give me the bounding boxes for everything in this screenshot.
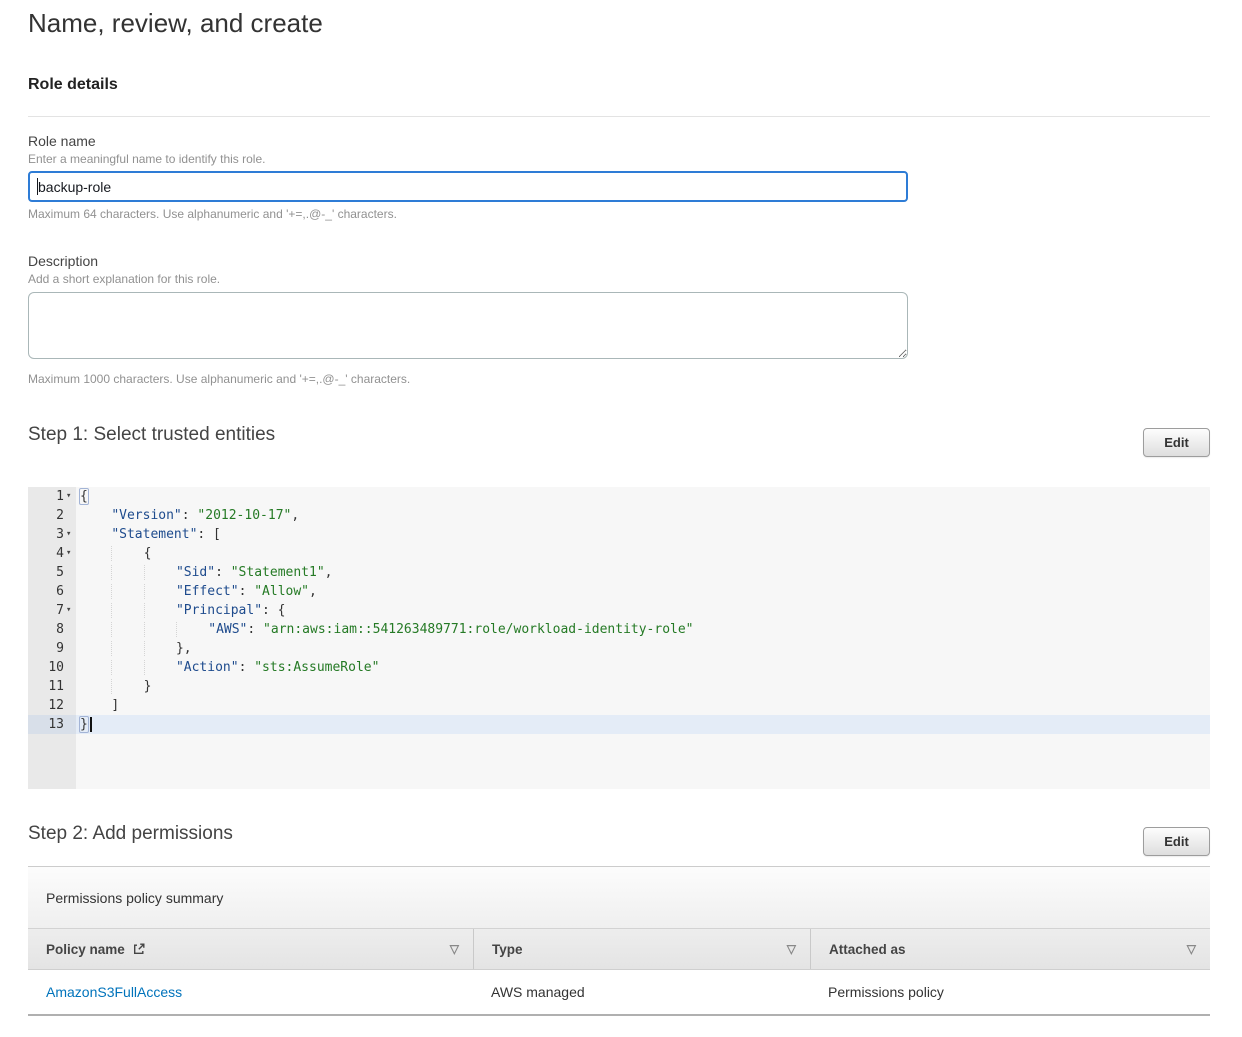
editor-line-number[interactable]: 7▾ [28, 601, 76, 620]
attached-as-cell: Permissions policy [810, 984, 1210, 1000]
fold-spacer [64, 696, 76, 715]
role-name-label: Role name [28, 133, 96, 149]
editor-line[interactable]: 4▾ { [28, 544, 1210, 563]
role-name-input-wrap [28, 171, 908, 202]
editor-line-number: 8 [28, 620, 76, 639]
edit-trusted-entities-button[interactable]: Edit [1143, 428, 1210, 457]
editor-line-number: 12 [28, 696, 76, 715]
section-divider [28, 116, 1210, 117]
sort-icon[interactable]: ▽ [787, 942, 796, 956]
editor-line-code: }, [76, 639, 192, 658]
fold-spacer [64, 620, 76, 639]
policy-name-link[interactable]: AmazonS3FullAccess [46, 984, 182, 1000]
sort-icon[interactable]: ▽ [450, 942, 459, 956]
role-name-constraint: Maximum 64 characters. Use alphanumeric … [28, 207, 397, 221]
description-constraint: Maximum 1000 characters. Use alphanumeri… [28, 372, 410, 386]
editor-line-number: 11 [28, 677, 76, 696]
editor-line-number: 6 [28, 582, 76, 601]
permissions-table-body: AmazonS3FullAccess AWS managedPermissions… [28, 970, 1210, 1016]
editor-line-number: 5 [28, 563, 76, 582]
fold-arrow-icon[interactable]: ▾ [64, 487, 76, 506]
editor-line-code: "Principal": { [76, 601, 286, 620]
editor-line-code: "Sid": "Statement1", [76, 563, 332, 582]
editor-line-code: "Action": "sts:AssumeRole" [76, 658, 379, 677]
fold-spacer [64, 582, 76, 601]
table-row: AmazonS3FullAccess AWS managedPermissions… [28, 970, 1210, 1016]
fold-spacer [64, 563, 76, 582]
editor-line-code: } [76, 715, 92, 734]
editor-line[interactable]: 3▾ "Statement": [ [28, 525, 1210, 544]
external-link-icon [132, 942, 146, 956]
editor-line[interactable]: 8 "AWS": "arn:aws:iam::541263489771:role… [28, 620, 1210, 639]
fold-spacer [64, 506, 76, 525]
policy-editor-lines: 1▾{2 "Version": "2012-10-17",3▾ "Stateme… [28, 487, 1210, 734]
editor-line-number: 2 [28, 506, 76, 525]
editor-line[interactable]: 11 } [28, 677, 1210, 696]
policy-type-cell: AWS managed [473, 984, 810, 1000]
editor-line-code: { [76, 544, 151, 563]
editor-line[interactable]: 7▾ "Principal": { [28, 601, 1210, 620]
fold-spacer [64, 677, 76, 696]
editor-line[interactable]: 2 "Version": "2012-10-17", [28, 506, 1210, 525]
role-name-input[interactable] [28, 171, 908, 202]
step2-heading: Step 2: Add permissions [28, 823, 233, 845]
trust-policy-editor[interactable]: 1▾{2 "Version": "2012-10-17",3▾ "Stateme… [28, 487, 1210, 789]
editor-line-number: 9 [28, 639, 76, 658]
fold-arrow-icon[interactable]: ▾ [64, 525, 76, 544]
sort-icon[interactable]: ▽ [1187, 942, 1196, 956]
fold-spacer [64, 658, 76, 677]
editor-line-number[interactable]: 3▾ [28, 525, 76, 544]
editor-line[interactable]: 9 }, [28, 639, 1210, 658]
column-header-policy-name[interactable]: Policy name ▽ [28, 929, 473, 969]
name-review-create-page: Name, review, and create Role details Ro… [0, 0, 1242, 1037]
editor-line-number[interactable]: 1▾ [28, 487, 76, 506]
editor-line[interactable]: 12 ] [28, 696, 1210, 715]
permissions-policy-summary-panel: Permissions policy summary Policy name ▽… [28, 866, 1210, 1016]
editor-line[interactable]: 10 "Action": "sts:AssumeRole" [28, 658, 1210, 677]
role-name-hint: Enter a meaningful name to identify this… [28, 152, 265, 166]
text-cursor [37, 178, 38, 195]
role-details-heading: Role details [28, 76, 118, 94]
description-label: Description [28, 253, 98, 269]
editor-line-code: } [76, 677, 151, 696]
fold-spacer [64, 715, 76, 734]
fold-arrow-icon[interactable]: ▾ [64, 544, 76, 563]
editor-line-code: ] [76, 696, 119, 715]
editor-line[interactable]: 13} [28, 715, 1210, 734]
editor-line-code: "Effect": "Allow", [76, 582, 317, 601]
fold-arrow-icon[interactable]: ▾ [64, 601, 76, 620]
description-hint: Add a short explanation for this role. [28, 272, 220, 286]
permissions-table-header: Policy name ▽ Type ▽ Attached as ▽ [28, 928, 1210, 970]
editor-line[interactable]: 6 "Effect": "Allow", [28, 582, 1210, 601]
permissions-panel-header: Permissions policy summary [28, 867, 1210, 928]
column-header-type[interactable]: Type ▽ [473, 929, 810, 969]
editor-cursor [90, 717, 92, 732]
editor-line-number: 10 [28, 658, 76, 677]
editor-line-number[interactable]: 4▾ [28, 544, 76, 563]
editor-line[interactable]: 1▾{ [28, 487, 1210, 506]
editor-line-code: { [76, 487, 88, 506]
editor-line-code: "AWS": "arn:aws:iam::541263489771:role/w… [76, 620, 694, 639]
editor-line[interactable]: 5 "Sid": "Statement1", [28, 563, 1210, 582]
editor-line-number: 13 [28, 715, 76, 734]
permissions-panel-title: Permissions policy summary [28, 890, 223, 906]
editor-line-code: "Statement": [ [76, 525, 221, 544]
step1-heading: Step 1: Select trusted entities [28, 424, 275, 446]
fold-spacer [64, 639, 76, 658]
column-header-attached-as[interactable]: Attached as ▽ [810, 929, 1210, 969]
editor-line-code: "Version": "2012-10-17", [76, 506, 299, 525]
page-title: Name, review, and create [28, 8, 323, 39]
description-textarea[interactable] [28, 292, 908, 359]
edit-permissions-button[interactable]: Edit [1143, 827, 1210, 856]
